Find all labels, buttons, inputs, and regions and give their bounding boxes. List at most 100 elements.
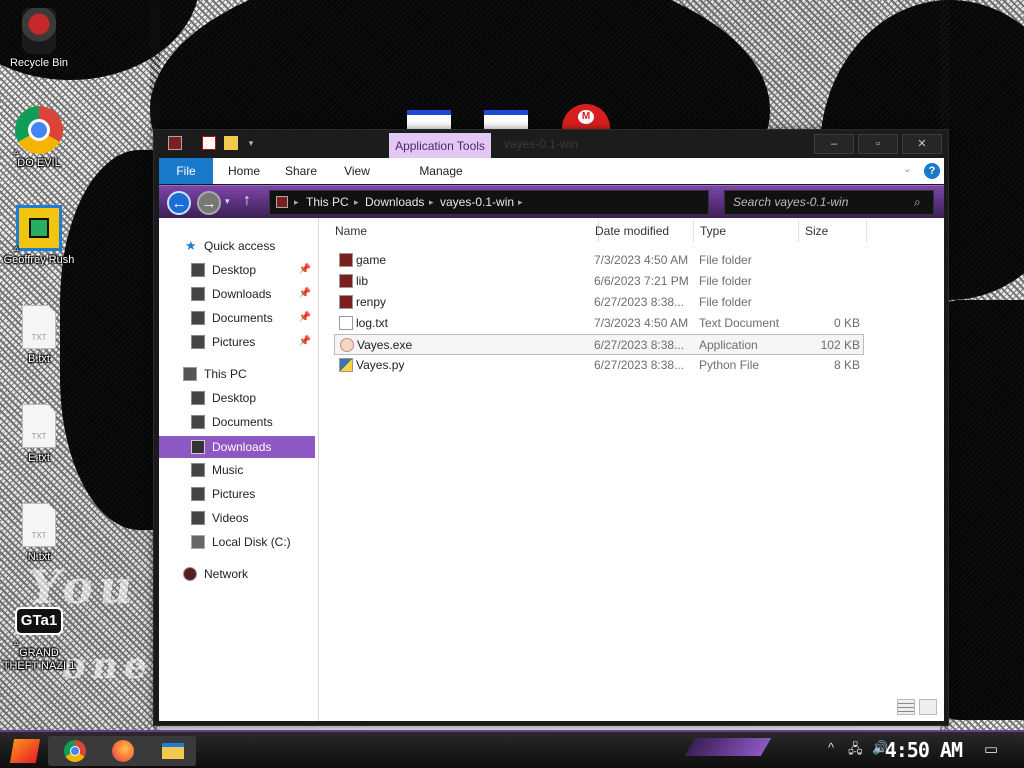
desktop-icon-label: B.txt [27,353,50,365]
chrome-icon[interactable] [56,735,94,767]
large-icons-view-icon[interactable] [919,699,937,715]
tab-share[interactable]: Share [275,158,327,184]
file-name: Vayes.exe [357,338,413,352]
desktop-icon-gta-nazi[interactable]: GTa1 ▵ GRAND THEFT NAZI 1 [0,607,78,673]
nav-pc-desktop[interactable]: Desktop [159,387,315,409]
file-explorer-icon[interactable] [154,735,192,767]
file-row[interactable]: game 7/3/2023 4:50 AM File folder [334,250,864,271]
network-icon[interactable]: 🖧 [848,740,863,762]
pin-icon[interactable]: 📌 [299,307,311,329]
file-row[interactable]: renpy 6/27/2023 8:38... File folder [334,292,864,313]
pictures-folder-icon [191,335,205,349]
properties-icon[interactable] [202,136,216,150]
file-date: 6/27/2023 8:38... [594,295,685,309]
search-input[interactable]: Search vayes-0.1-win [724,190,934,215]
pin-icon[interactable]: 📌 [299,283,311,305]
desktop-icon-n-txt[interactable]: TXT N.txt [0,503,78,564]
minimize-button[interactable]: – [814,134,854,154]
navigation-pane: ★ Quick access Desktop 📌 Downloads 📌 Doc… [159,218,319,721]
wallpaper-noise [940,0,1024,730]
file-size: 0 KB [833,316,860,330]
clock[interactable]: 4:50 AM [885,738,963,762]
nav-pc-documents[interactable]: Documents [159,411,315,433]
breadcrumb-downloads[interactable]: Downloads [365,191,424,214]
column-header-date-modified[interactable]: Date modified [589,220,694,242]
file-row[interactable]: Vayes.py 6/27/2023 8:38... Python File 8… [334,355,864,376]
desktop-icon-label: GRAND THEFT NAZI 1 [2,647,76,672]
tab-home[interactable]: Home [219,158,269,184]
help-icon[interactable]: ? [924,163,940,179]
nav-quick-downloads[interactable]: Downloads 📌 [159,283,315,305]
pin-icon[interactable]: 📌 [299,331,311,353]
show-hidden-icons-button[interactable]: ^ [828,740,834,755]
pictures-folder-icon [191,487,205,501]
chevron-down-icon[interactable]: ⌄ [903,164,911,175]
shortcut-arrow-icon: ▵ [14,637,19,647]
details-view-icon[interactable] [897,699,915,715]
app-icon [340,338,354,352]
forward-button[interactable]: → [197,191,221,215]
desktop-icon-e-txt[interactable]: TXT E.txt [0,404,78,465]
computer-icon [183,367,197,381]
file-type: File folder [699,274,752,288]
up-button[interactable]: ↑ [243,192,251,210]
breadcrumb-separator-icon: ▸ [518,197,523,207]
nav-quick-pictures[interactable]: Pictures 📌 [159,331,315,353]
text-file-icon: TXT [22,503,56,547]
customize-toolbar-icon[interactable]: ▾ [244,136,258,150]
column-header-type[interactable]: Type [694,220,799,242]
file-name: Vayes.py [356,358,405,372]
file-list: Name Date modified Type Size game 7/3/20… [319,218,944,721]
desktop-icon-b-txt[interactable]: TXT B.txt [0,305,78,366]
taskbar: ^ 🖧 🔊 4:50 AM ▭ [0,730,1024,768]
file-row[interactable]: log.txt 7/3/2023 4:50 AM Text Document 0… [334,313,864,334]
file-type: Python File [699,358,760,372]
tab-manage[interactable]: Manage [395,158,487,184]
nav-network[interactable]: Network [159,563,315,585]
nav-pc-music[interactable]: Music [159,459,315,481]
breadcrumb-this-pc[interactable]: This PC [306,191,349,214]
close-button[interactable]: ✕ [902,134,942,154]
file-row-selected[interactable]: Vayes.exe 6/27/2023 8:38... Application … [334,334,864,355]
nav-pc-videos[interactable]: Videos [159,507,315,529]
file-name: renpy [356,295,387,309]
nav-pc-pictures[interactable]: Pictures [159,483,315,505]
file-row[interactable]: lib 6/6/2023 7:21 PM File folder [334,271,864,292]
nav-pc-downloads[interactable]: Downloads [159,436,315,458]
file-size: 102 KB [820,338,860,352]
desktop-icon-do-evil[interactable]: ▵ DO EVIL [0,106,78,170]
star-icon: ★ [185,238,197,253]
maximize-button[interactable]: ▫ [858,134,898,154]
nav-quick-access[interactable]: ★ Quick access [159,235,315,257]
breadcrumb[interactable]: ▸ This PC ▸ Downloads ▸ vayes-0.1-win ▸ [269,190,709,215]
notification-icon[interactable]: ▭ [984,740,998,758]
file-type: Application [699,338,758,352]
shortcut-arrow-icon: ▵ [14,146,19,156]
new-folder-icon[interactable] [224,136,238,150]
desktop-folder-icon [191,391,205,405]
explorer-window[interactable]: ▾ Application Tools vayes-0.1-win – ▫ ✕ … [153,129,949,726]
back-button[interactable]: ← [167,191,191,215]
nav-this-pc[interactable]: This PC [159,363,315,385]
title-bar[interactable]: ▾ Application Tools vayes-0.1-win – ▫ ✕ [154,130,948,159]
column-header-size[interactable]: Size [799,220,867,242]
recent-locations-dropdown[interactable]: ▾ [225,196,230,207]
desktop-icon-geoffrey-rush[interactable]: ▵ Geoffrey Rush [0,205,78,267]
nav-quick-documents[interactable]: Documents 📌 [159,307,315,329]
tab-view[interactable]: View [333,158,381,184]
tab-file[interactable]: File [159,158,213,184]
pin-icon[interactable]: 📌 [299,259,311,281]
breadcrumb-current-folder[interactable]: vayes-0.1-win [440,191,514,214]
column-header-name[interactable]: Name [329,220,599,242]
window-title: vayes-0.1-win [504,137,579,151]
geometry-dash-icon [16,205,62,251]
desktop-icon-recycle-bin[interactable]: Recycle Bin [0,8,78,70]
search-icon[interactable]: ⌕ [914,195,921,210]
firefox-icon[interactable] [104,735,142,767]
file-name: lib [356,274,369,288]
desktop-folder-icon [191,263,205,277]
nav-pc-local-disk[interactable]: Local Disk (C:) [159,531,315,553]
start-icon[interactable] [6,735,44,767]
hard-drive-icon [191,535,205,549]
nav-quick-desktop[interactable]: Desktop 📌 [159,259,315,281]
